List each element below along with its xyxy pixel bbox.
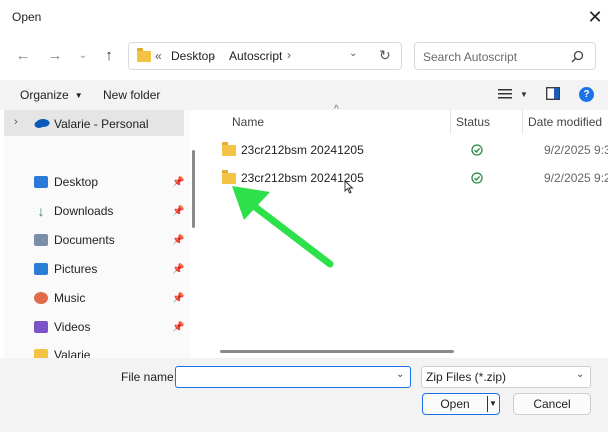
expand-chevron-icon[interactable]: › <box>14 116 18 128</box>
open-options-dropdown-icon[interactable]: ▼ <box>489 394 497 414</box>
file-type-dropdown-icon[interactable]: ⌄ <box>576 369 584 380</box>
search-icon[interactable] <box>571 50 584 63</box>
breadcrumb-separator-icon[interactable]: › <box>287 48 291 62</box>
cancel-button[interactable]: Cancel <box>513 393 591 415</box>
nav-item-onedrive[interactable]: › Valarie - Personal <box>4 110 184 136</box>
file-name-input[interactable]: ⌄ <box>175 366 411 388</box>
address-bar[interactable]: « Desktop › Autoscript › ⌄ ↻ <box>128 42 402 70</box>
window-title: Open <box>12 10 42 24</box>
pin-icon: 📌 <box>172 234 185 246</box>
nav-item-label: Music <box>54 291 86 305</box>
address-overflow[interactable]: « <box>155 49 162 63</box>
breadcrumb-separator-icon[interactable]: › <box>211 48 215 62</box>
pictures-icon <box>34 263 48 275</box>
nav-item-label: Valarie <box>54 348 91 358</box>
nav-item-videos[interactable]: Videos 📌 <box>4 314 184 340</box>
nav-item-label: Downloads <box>54 204 114 218</box>
file-date-modified: 9/2/2025 9:34 AM <box>544 143 608 157</box>
close-icon[interactable]: ✕ <box>584 6 606 28</box>
help-icon[interactable]: ? <box>579 87 594 102</box>
download-icon: ↓ <box>37 203 45 219</box>
back-arrow-icon[interactable]: ← <box>12 45 34 67</box>
nav-item-label: Videos <box>54 320 91 334</box>
pin-icon: 📌 <box>172 205 185 217</box>
view-options-dropdown-icon[interactable]: ▼ <box>520 90 528 99</box>
column-divider[interactable] <box>450 110 451 134</box>
file-name-dropdown-icon[interactable]: ⌄ <box>396 369 404 380</box>
preview-pane-icon[interactable] <box>546 87 560 100</box>
breadcrumb-autoscript[interactable]: Autoscript <box>229 49 282 63</box>
nav-pane-scrollbar[interactable] <box>192 150 195 228</box>
file-type-value: Zip Files (*.zip) <box>426 370 507 384</box>
breadcrumb-desktop[interactable]: Desktop <box>171 49 215 63</box>
nav-item-onedrive-label: Valarie - Personal <box>54 117 149 131</box>
split-divider <box>487 396 488 412</box>
videos-icon <box>34 321 48 333</box>
folder-icon <box>34 349 48 358</box>
up-arrow-icon[interactable]: ↑ <box>98 45 120 67</box>
pin-icon: 📌 <box>172 321 185 333</box>
file-type-select[interactable]: Zip Files (*.zip) ⌄ <box>421 366 591 388</box>
documents-icon <box>34 234 48 246</box>
forward-arrow-icon[interactable]: → <box>44 45 66 67</box>
new-folder-button[interactable]: New folder <box>103 88 160 102</box>
music-icon <box>34 292 48 304</box>
column-header-name[interactable]: Name <box>232 110 264 134</box>
column-header-date-modified[interactable]: Date modified <box>528 110 602 134</box>
desktop-icon <box>34 176 48 188</box>
file-date-modified: 9/2/2025 9:25 AM <box>544 171 608 185</box>
pin-icon: 📌 <box>172 176 185 188</box>
folder-icon <box>222 141 236 156</box>
open-button[interactable]: Open ▼ <box>422 393 500 415</box>
organize-button[interactable]: Organize ▼ <box>20 88 83 102</box>
search-box[interactable]: Search Autoscript <box>414 42 596 70</box>
column-divider[interactable] <box>522 110 523 134</box>
nav-item-desktop[interactable]: Desktop 📌 <box>4 169 184 195</box>
file-name-label: File name: <box>121 370 178 384</box>
sync-status-icon <box>471 172 483 184</box>
annotation-arrow-icon <box>232 186 334 268</box>
column-header-status[interactable]: Status <box>456 110 490 134</box>
mouse-cursor-icon <box>344 180 354 194</box>
nav-item-downloads[interactable]: ↓ Downloads 📌 <box>4 198 185 224</box>
title-bar <box>0 0 608 34</box>
sync-status-icon <box>471 144 483 156</box>
view-list-icon[interactable] <box>498 88 512 100</box>
nav-item-label: Documents <box>54 233 115 247</box>
command-bar <box>0 80 608 110</box>
organize-label: Organize <box>20 88 69 102</box>
nav-item-documents[interactable]: Documents 📌 <box>4 227 184 253</box>
file-row[interactable]: 23cr212bsm 20241205 9/2/2025 9:34 AM <box>216 138 608 162</box>
address-history-chevron-icon[interactable]: ⌄ <box>349 48 357 59</box>
search-input[interactable]: Search Autoscript <box>423 50 517 64</box>
file-name[interactable]: 23cr212bsm 20241205 <box>241 143 364 157</box>
file-list-scrollbar[interactable] <box>220 350 454 353</box>
folder-icon <box>137 48 151 62</box>
refresh-icon[interactable]: ↻ <box>379 47 391 64</box>
nav-item-valarie[interactable]: Valarie <box>4 342 184 358</box>
nav-item-label: Desktop <box>54 175 99 189</box>
sort-ascending-icon: ^ <box>334 104 339 115</box>
onedrive-cloud-icon <box>34 119 50 128</box>
pin-icon: 📌 <box>172 292 185 304</box>
nav-item-label: Pictures <box>54 262 98 276</box>
recent-locations-chevron-icon[interactable]: ⌄ <box>72 45 94 67</box>
pin-icon: 📌 <box>172 263 185 275</box>
organize-dropdown-icon: ▼ <box>74 90 83 100</box>
open-label: Open <box>440 397 470 411</box>
nav-item-music[interactable]: Music 📌 <box>4 285 184 311</box>
navigation-pane: › Valarie - Personal Desktop 📌 ↓ Downloa… <box>4 110 190 358</box>
nav-item-pictures[interactable]: Pictures 📌 <box>4 256 184 282</box>
